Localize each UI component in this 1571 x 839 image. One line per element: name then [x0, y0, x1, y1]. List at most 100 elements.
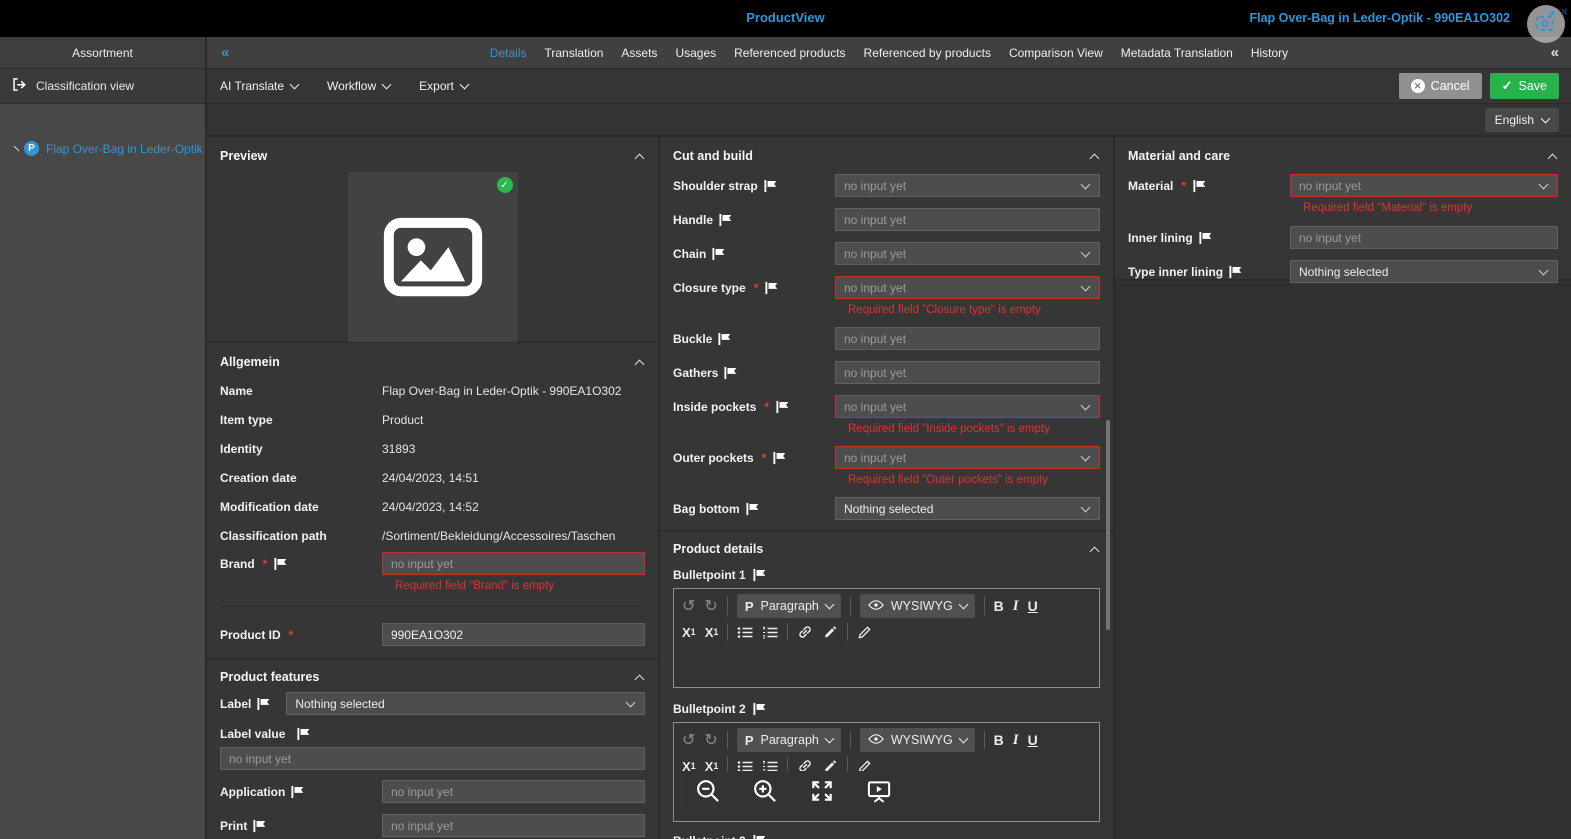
- subscript-icon[interactable]: X1: [682, 625, 696, 640]
- ai-translate-dropdown[interactable]: AI Translate: [220, 79, 298, 93]
- field-label-value: [207, 747, 658, 770]
- screen-capture-overlay[interactable]: ×: [1527, 5, 1567, 45]
- print-input[interactable]: [382, 814, 645, 837]
- eye-icon: [868, 733, 884, 747]
- flag-icon[interactable]: [252, 819, 268, 833]
- flag-icon[interactable]: [1228, 265, 1244, 279]
- workflow-dropdown[interactable]: Workflow: [327, 79, 390, 93]
- redo-icon[interactable]: ↻: [704, 730, 717, 750]
- closure-type-select[interactable]: no input yet: [835, 276, 1100, 299]
- paragraph-format-dropdown[interactable]: P Paragraph: [737, 728, 841, 752]
- expand-chevron-icon[interactable]: [14, 146, 20, 152]
- collapse-section-icon[interactable]: [635, 153, 645, 163]
- underline-icon[interactable]: U: [1028, 598, 1038, 614]
- buckle-input[interactable]: [835, 327, 1100, 350]
- italic-icon[interactable]: I: [1013, 598, 1019, 615]
- flag-icon[interactable]: [296, 727, 312, 741]
- field-inner-lining: Inner lining: [1115, 226, 1571, 249]
- flag-icon[interactable]: [752, 568, 768, 582]
- flag-icon[interactable]: [718, 213, 734, 227]
- save-button[interactable]: ✓ Save: [1490, 73, 1559, 99]
- presentation-icon[interactable]: [866, 778, 892, 804]
- shoulder-strap-select[interactable]: no input yet: [835, 174, 1100, 197]
- chain-select[interactable]: no input yet: [835, 242, 1100, 265]
- view-mode-dropdown[interactable]: WYSIWYG: [860, 728, 975, 752]
- material-select[interactable]: no input yet: [1290, 174, 1558, 197]
- flag-icon[interactable]: [256, 697, 272, 711]
- flag-icon[interactable]: [752, 702, 768, 716]
- tab-referenced-by-products[interactable]: Referenced by products: [863, 42, 992, 64]
- screen-capture-button[interactable]: [1527, 5, 1565, 43]
- tab-details[interactable]: Details: [489, 42, 528, 64]
- type-inner-lining-select[interactable]: Nothing selected: [1290, 260, 1558, 283]
- underline-icon[interactable]: U: [1028, 732, 1038, 748]
- flag-icon[interactable]: [1192, 179, 1208, 193]
- collapse-panel-icon[interactable]: «: [1539, 44, 1571, 61]
- inner-lining-input[interactable]: [1290, 226, 1558, 249]
- close-icon[interactable]: ×: [1560, 4, 1568, 19]
- export-dropdown[interactable]: Export: [419, 79, 468, 93]
- vertical-scrollbar[interactable]: [1106, 420, 1110, 630]
- undo-icon[interactable]: ↺: [682, 596, 695, 616]
- fullscreen-icon[interactable]: [809, 778, 835, 804]
- flag-icon[interactable]: [763, 179, 779, 193]
- undo-icon[interactable]: ↺: [682, 730, 695, 750]
- preview-image-placeholder: ✓: [348, 172, 518, 342]
- flag-icon[interactable]: [723, 366, 739, 380]
- field-application: Application: [207, 780, 658, 803]
- tab-translation[interactable]: Translation: [544, 42, 605, 64]
- brand-input[interactable]: [382, 552, 645, 575]
- zoom-in-icon[interactable]: [752, 778, 778, 804]
- tab-usages[interactable]: Usages: [674, 42, 717, 64]
- bold-icon[interactable]: B: [994, 598, 1004, 614]
- classification-view-button[interactable]: Classification view: [0, 69, 205, 104]
- edit-pencil-icon[interactable]: [857, 625, 872, 640]
- flag-icon[interactable]: [717, 332, 733, 346]
- application-input[interactable]: [382, 780, 645, 803]
- tab-referenced-products[interactable]: Referenced products: [733, 42, 846, 64]
- bulletpoint-1-text-area[interactable]: [674, 641, 1099, 687]
- row-identity: Identity 31893: [207, 442, 658, 456]
- view-mode-dropdown[interactable]: WYSIWYG: [860, 594, 975, 618]
- outer-pockets-select[interactable]: no input yet: [835, 446, 1100, 469]
- row-creation-date: Creation date 24/04/2023, 14:51: [207, 471, 658, 485]
- bold-icon[interactable]: B: [994, 732, 1004, 748]
- flag-icon[interactable]: [752, 834, 768, 839]
- handle-input[interactable]: [835, 208, 1100, 231]
- paragraph-format-dropdown[interactable]: P Paragraph: [737, 594, 841, 618]
- label-select[interactable]: Nothing selected: [286, 692, 645, 715]
- inside-pockets-select[interactable]: no input yet: [835, 395, 1100, 418]
- highlighter-icon[interactable]: [822, 624, 838, 640]
- collapse-section-icon[interactable]: [1548, 153, 1558, 163]
- tab-assets[interactable]: Assets: [620, 42, 658, 64]
- label-value-input[interactable]: [220, 747, 645, 770]
- numbered-list-icon[interactable]: [762, 626, 778, 639]
- gathers-input[interactable]: [835, 361, 1100, 384]
- link-icon[interactable]: [797, 624, 813, 640]
- flag-icon[interactable]: [273, 557, 289, 571]
- collapse-section-icon[interactable]: [635, 674, 645, 684]
- flag-icon[interactable]: [745, 502, 761, 516]
- bag-bottom-select[interactable]: Nothing selected: [835, 497, 1100, 520]
- zoom-out-icon[interactable]: [695, 778, 721, 804]
- collapse-section-icon[interactable]: [635, 359, 645, 369]
- redo-icon[interactable]: ↻: [704, 596, 717, 616]
- tab-history[interactable]: History: [1250, 42, 1289, 64]
- tab-metadata-translation[interactable]: Metadata Translation: [1120, 42, 1234, 64]
- flag-icon[interactable]: [764, 281, 780, 295]
- product-id-input[interactable]: [382, 623, 645, 646]
- superscript-icon[interactable]: X1: [705, 625, 719, 640]
- language-dropdown[interactable]: English: [1485, 108, 1559, 132]
- italic-icon[interactable]: I: [1013, 732, 1019, 749]
- flag-icon[interactable]: [775, 400, 791, 414]
- flag-icon[interactable]: [772, 451, 788, 465]
- flag-icon[interactable]: [290, 785, 306, 799]
- cancel-button[interactable]: ✕ Cancel: [1399, 73, 1482, 99]
- collapse-section-icon[interactable]: [1090, 153, 1100, 163]
- tab-comparison-view[interactable]: Comparison View: [1008, 42, 1104, 64]
- tree-item-product[interactable]: P Flap Over-Bag in Leder-Optik - 990: [0, 137, 205, 160]
- flag-icon[interactable]: [711, 247, 727, 261]
- collapse-section-icon[interactable]: [1090, 546, 1100, 556]
- flag-icon[interactable]: [1198, 231, 1214, 245]
- bullet-list-icon[interactable]: [737, 626, 753, 639]
